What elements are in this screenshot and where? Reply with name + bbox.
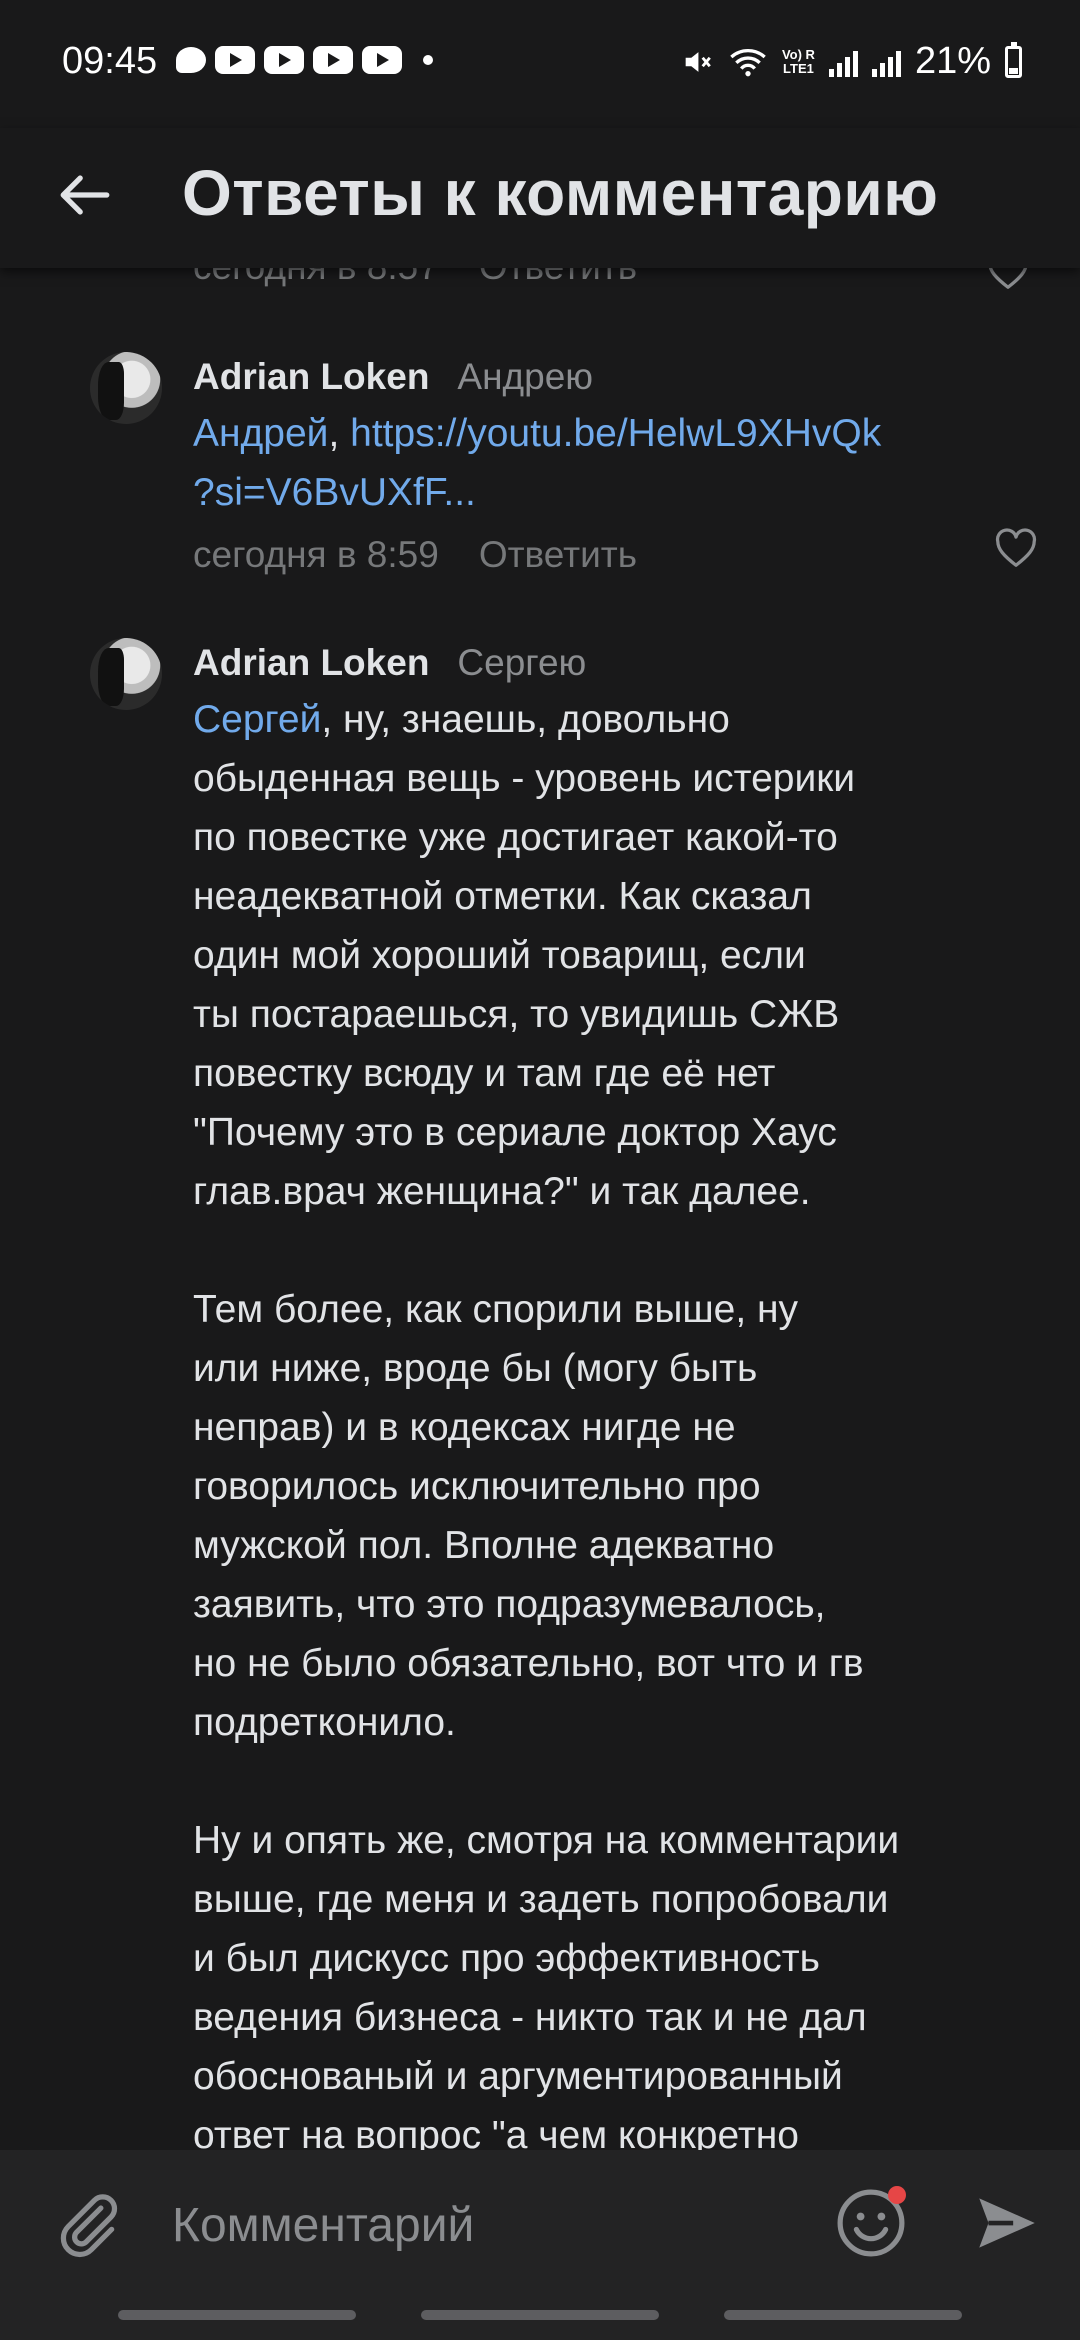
comment-composer: [0, 2150, 1080, 2296]
mute-icon: [685, 51, 711, 72]
status-bar: 09:45 Vo) R LTE1 21%: [0, 0, 1080, 128]
comment-text: Андрей, https://youtu.be/HelwL9XHvQk ?si…: [193, 404, 1043, 522]
battery-icon: [1005, 41, 1022, 78]
comment-text-body: , ну, знаешь, довольно обыденная вещь - …: [193, 698, 900, 2150]
nav-back-button[interactable]: [724, 2310, 962, 2320]
status-right: Vo) R LTE1 21%: [680, 40, 1022, 83]
comment-author[interactable]: Adrian Loken: [193, 352, 429, 402]
nav-home-button[interactable]: [421, 2310, 659, 2320]
youtube-notification-icon: [264, 46, 304, 74]
attach-button[interactable]: [50, 2188, 124, 2262]
comment-feed[interactable]: сегодня в 8:57 Ответить Adrian Loken Анд…: [0, 0, 1080, 2150]
comment-meta: сегодня в 8:59 Ответить: [193, 530, 1043, 580]
comment-header: Adrian Loken Андрею: [193, 352, 1043, 402]
comment-text: Сергей, ну, знаешь, довольно обыденная в…: [193, 690, 1043, 2150]
mention-link[interactable]: Сергей: [193, 698, 321, 741]
reply-to-label: Андрею: [457, 356, 594, 397]
signal-icon: [871, 47, 901, 77]
send-button[interactable]: [970, 2186, 1044, 2260]
paperclip-icon: [60, 2194, 118, 2258]
send-icon: [979, 2198, 1035, 2248]
more-notifications-icon: [423, 55, 433, 65]
youtube-notification-icon: [362, 46, 402, 74]
new-badge-dot: [888, 2186, 906, 2204]
chat-notification-icon: [176, 47, 206, 73]
screen: сегодня в 8:57 Ответить Adrian Loken Анд…: [0, 0, 1080, 2340]
wifi-icon: [730, 48, 766, 76]
youtube-notification-icon: [313, 46, 353, 74]
comment-item: Adrian Loken Андрею Андрей, https://yout…: [0, 352, 1080, 592]
comment-author[interactable]: Adrian Loken: [193, 638, 429, 688]
like-button[interactable]: [994, 528, 1038, 573]
app-header: Ответы к комментарию: [0, 128, 1080, 268]
comment-header: Adrian Loken Сергею: [193, 638, 1043, 688]
avatar[interactable]: [90, 352, 162, 424]
system-nav-bar: [0, 2296, 1080, 2340]
page-title: Ответы к комментарию: [182, 157, 939, 229]
nav-recents-button[interactable]: [118, 2310, 356, 2320]
arrow-left-icon: [60, 175, 110, 215]
heart-icon: [995, 528, 1037, 567]
avatar[interactable]: [90, 638, 162, 710]
comment-body: Adrian Loken Андрею Андрей, https://yout…: [193, 352, 1043, 580]
mention-separator: ,: [328, 412, 351, 455]
comment-body: Adrian Loken Сергею Сергей, ну, знаешь, …: [193, 638, 1043, 2150]
notification-icons: [176, 46, 433, 74]
mention-link[interactable]: Андрей: [193, 412, 328, 455]
battery-percent: 21%: [914, 40, 991, 82]
comment-time: сегодня в 8:59: [193, 534, 439, 575]
emoji-button[interactable]: [832, 2184, 910, 2262]
lte-indicator: Vo) R LTE1: [781, 46, 815, 76]
youtube-notification-icon: [215, 46, 255, 74]
back-button[interactable]: [48, 158, 122, 232]
reply-button[interactable]: Ответить: [479, 530, 637, 580]
status-time: 09:45: [62, 40, 158, 82]
signal-icon: [828, 47, 858, 77]
comment-input[interactable]: [172, 2188, 772, 2262]
reply-to-label: Сергею: [457, 642, 587, 683]
comment-item: Adrian Loken Сергею Сергей, ну, знаешь, …: [0, 638, 1080, 2150]
